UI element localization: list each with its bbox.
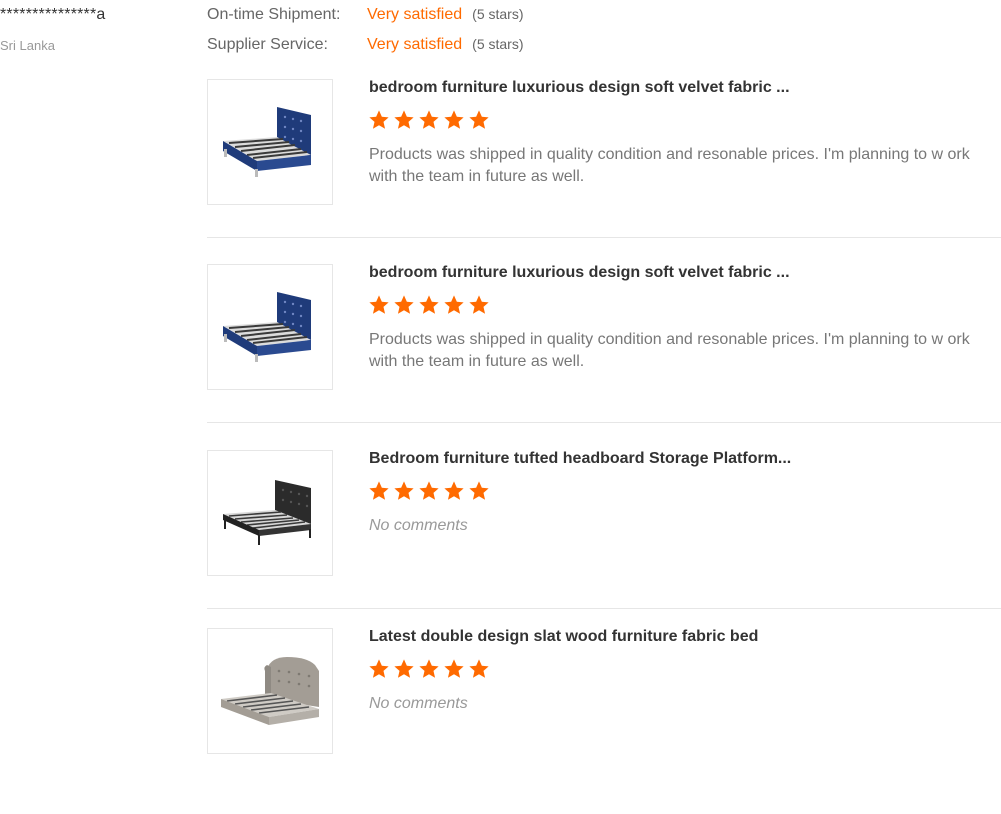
review-divider <box>207 422 1001 423</box>
star-icon <box>419 481 439 500</box>
star-icon <box>369 110 389 129</box>
star-icon <box>444 659 464 678</box>
rating-stars-note: (5 stars) <box>472 6 524 22</box>
star-icon <box>469 659 489 678</box>
grey-wingback-bed-image <box>221 657 319 725</box>
star-icon <box>369 295 389 314</box>
star-icon <box>369 659 389 678</box>
product-thumbnail[interactable] <box>207 79 333 205</box>
product-title-link[interactable]: Bedroom furniture tufted headboard Stora… <box>369 450 791 468</box>
star-icon <box>469 481 489 500</box>
product-thumbnail[interactable] <box>207 450 333 576</box>
star-icon <box>469 110 489 129</box>
review-comment: No comments <box>369 695 468 712</box>
review-comment: Products was shipped in quality conditio… <box>369 146 970 185</box>
star-icon <box>419 295 439 314</box>
reviewer-country: Sri Lanka <box>0 38 55 53</box>
star-icon <box>469 295 489 314</box>
navy-velvet-bed-image <box>223 107 311 177</box>
review-item: bedroom furniture luxurious design soft … <box>207 264 1001 450</box>
product-thumbnail[interactable] <box>207 264 333 390</box>
product-title-link[interactable]: Latest double design slat wood furniture… <box>369 628 758 646</box>
star-icon <box>394 110 414 129</box>
product-thumbnail[interactable] <box>207 628 333 754</box>
review-divider <box>207 608 1001 609</box>
rating-stars-note: (5 stars) <box>472 36 524 52</box>
supplier-service-rating: Supplier Service: Very satisfied (5 star… <box>207 36 524 54</box>
star-rating <box>368 480 490 502</box>
star-icon <box>419 659 439 678</box>
reviewer-name: ***************a <box>0 6 106 23</box>
review-comment: Products was shipped in quality conditio… <box>369 331 970 370</box>
star-rating <box>368 294 490 316</box>
review-item: Latest double design slat wood furniture… <box>207 628 1001 814</box>
star-icon <box>444 481 464 500</box>
rating-value: Very satisfied <box>367 36 463 53</box>
star-icon <box>394 481 414 500</box>
review-comment: No comments <box>369 517 468 534</box>
star-icon <box>394 659 414 678</box>
rating-label: Supplier Service: <box>207 36 328 53</box>
review-item: Bedroom furniture tufted headboard Stora… <box>207 450 1001 636</box>
star-icon <box>444 295 464 314</box>
review-divider <box>207 237 1001 238</box>
star-rating <box>368 109 490 131</box>
review-item: bedroom furniture luxurious design soft … <box>207 79 1001 265</box>
star-icon <box>369 481 389 500</box>
product-title-link[interactable]: bedroom furniture luxurious design soft … <box>369 79 790 97</box>
on-time-shipment-rating: On-time Shipment: Very satisfied (5 star… <box>207 6 524 24</box>
black-tufted-bed-image <box>223 480 311 545</box>
rating-value: Very satisfied <box>367 6 463 23</box>
star-icon <box>419 110 439 129</box>
navy-velvet-bed-image <box>223 292 311 362</box>
star-rating <box>368 658 490 680</box>
star-icon <box>444 110 464 129</box>
rating-label: On-time Shipment: <box>207 6 341 23</box>
star-icon <box>394 295 414 314</box>
product-title-link[interactable]: bedroom furniture luxurious design soft … <box>369 264 790 282</box>
